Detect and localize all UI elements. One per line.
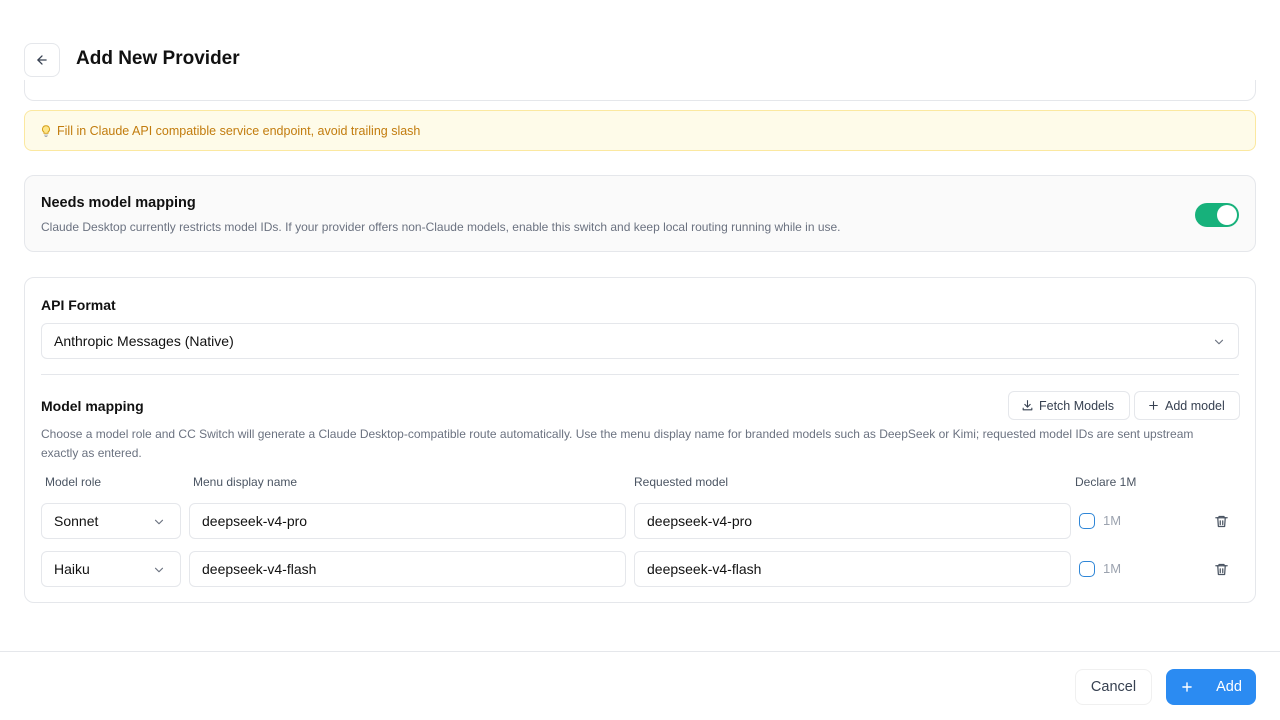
declare-1m-checkbox[interactable]	[1079, 513, 1095, 529]
chevron-down-icon	[154, 519, 164, 525]
requested-model-value: deepseek-v4-flash	[647, 561, 762, 577]
api-format-value: Anthropic Messages (Native)	[54, 333, 234, 349]
menu-display-name-value: deepseek-v4-flash	[202, 561, 317, 577]
column-header-menu-display-name: Menu display name	[193, 475, 298, 489]
plus-icon	[1182, 682, 1192, 692]
model-mapping-switch[interactable]	[1195, 203, 1239, 227]
declare-1m-label: 1M	[1103, 513, 1122, 528]
add-label: Add	[1216, 679, 1242, 695]
trash-icon	[1214, 563, 1228, 575]
add-model-label: Add model	[1165, 398, 1225, 413]
plus-icon	[1149, 401, 1158, 410]
chevron-down-icon	[154, 567, 164, 573]
delete-row-button[interactable]	[1213, 561, 1229, 577]
back-button[interactable]	[24, 43, 60, 77]
model-mapping-toggle-description: Claude Desktop currently restricts model…	[41, 220, 841, 234]
requested-model-input[interactable]: deepseek-v4-pro	[634, 503, 1071, 539]
declare-1m-checkbox[interactable]	[1079, 561, 1095, 577]
model-mapping-toggle-card: Needs model mapping Claude Desktop curre…	[24, 175, 1256, 252]
cancel-button[interactable]: Cancel	[1075, 669, 1152, 705]
declare-1m-label: 1M	[1103, 561, 1122, 576]
download-icon	[1022, 400, 1033, 411]
api-format-card: API Format Anthropic Messages (Native) M…	[24, 277, 1256, 603]
model-mapping-description: Choose a model role and CC Switch will g…	[41, 427, 1194, 460]
add-model-button[interactable]: Add model	[1134, 391, 1240, 420]
arrow-left-icon	[37, 55, 47, 65]
delete-row-button[interactable]	[1213, 513, 1229, 529]
column-header-model-role: Model role	[45, 475, 102, 489]
switch-knob	[1217, 205, 1237, 225]
api-format-select[interactable]: Anthropic Messages (Native)	[41, 323, 1239, 359]
fetch-models-label: Fetch Models	[1039, 398, 1115, 413]
menu-display-name-value: deepseek-v4-pro	[202, 513, 308, 529]
requested-model-value: deepseek-v4-pro	[647, 513, 753, 529]
model-role-select[interactable]: Sonnet	[41, 503, 181, 539]
model-mapping-label: Model mapping	[41, 398, 144, 414]
fetch-models-button[interactable]: Fetch Models	[1008, 391, 1130, 420]
previous-card-edge	[24, 80, 1256, 101]
model-role-value: Haiku	[54, 561, 90, 577]
model-role-value: Sonnet	[54, 513, 99, 529]
menu-display-name-input[interactable]: deepseek-v4-flash	[189, 551, 626, 587]
footer: Cancel Add	[0, 651, 1280, 720]
hint-box: Fill in Claude API compatible service en…	[24, 110, 1256, 151]
lightbulb-icon	[39, 124, 53, 138]
column-header-declare-1m: Declare 1M	[1075, 475, 1137, 489]
divider	[41, 374, 1239, 375]
model-mapping-toggle-title: Needs model mapping	[41, 195, 196, 211]
menu-display-name-input[interactable]: deepseek-v4-pro	[189, 503, 626, 539]
api-format-label: API Format	[41, 297, 116, 313]
page-title: Add New Provider	[76, 48, 240, 69]
column-header-requested-model: Requested model	[634, 475, 729, 489]
hint-text: Fill in Claude API compatible service en…	[57, 123, 421, 138]
model-role-select[interactable]: Haiku	[41, 551, 181, 587]
chevron-down-icon	[1214, 339, 1224, 345]
trash-icon	[1214, 515, 1228, 527]
add-button[interactable]: Add	[1166, 669, 1256, 705]
requested-model-input[interactable]: deepseek-v4-flash	[634, 551, 1071, 587]
